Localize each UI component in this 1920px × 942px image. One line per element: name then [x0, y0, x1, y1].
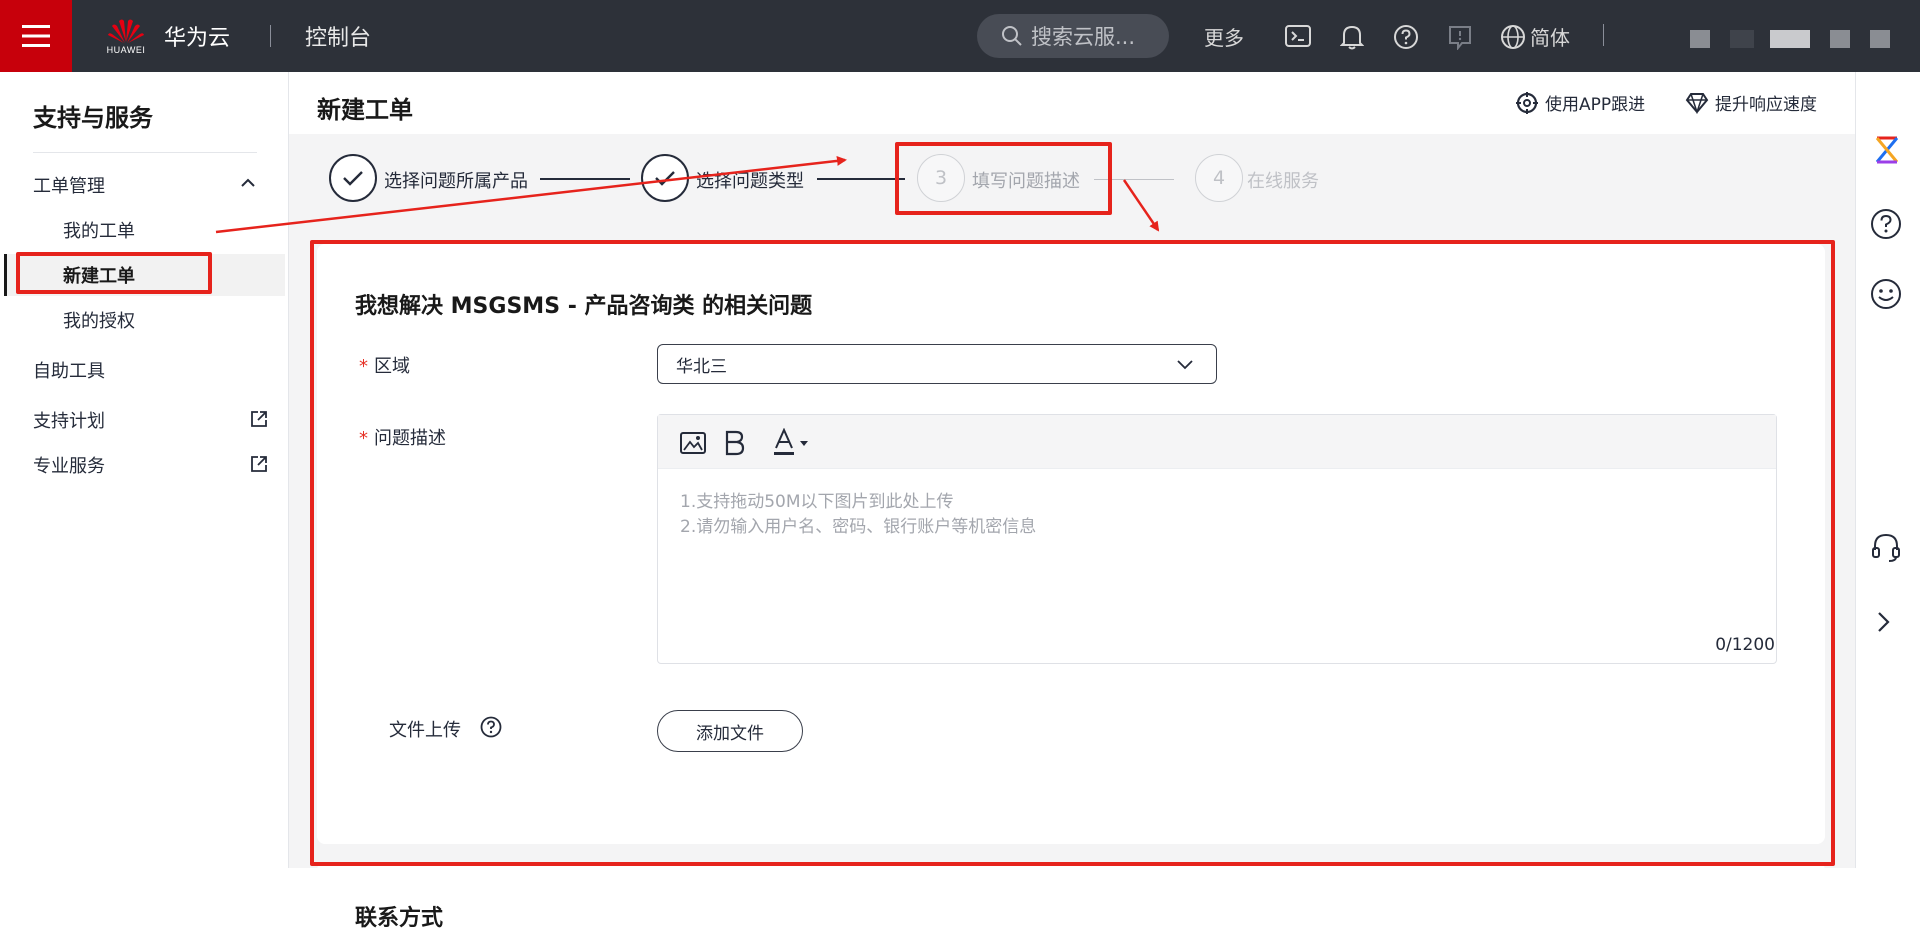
ai-assistant-icon[interactable] [1871, 134, 1903, 166]
app-track-link[interactable]: 使用APP跟进 [1515, 90, 1645, 115]
step-4-label: 在线服务 [1247, 171, 1319, 192]
step-2-label: 选择问题类型 [696, 171, 804, 192]
diamond-icon [1685, 92, 1709, 114]
language-switch[interactable]: 简体 [1500, 22, 1570, 51]
console-link[interactable]: 控制台 [305, 20, 371, 52]
editor-toolbar [658, 415, 1776, 469]
user-name-mask[interactable] [1870, 30, 1890, 48]
sidebar-item-support-plan[interactable]: 支持计划 [33, 407, 105, 433]
sidebar: 支持与服务 工单管理 我的工单 新建工单 我的授权 自助工具 支持计划 专业服务 [0, 72, 289, 868]
brand-name[interactable]: 华为云 [164, 20, 230, 52]
user-name-mask[interactable] [1830, 30, 1850, 48]
caret-down-icon[interactable] [800, 441, 808, 447]
step-3-circle: 3 [917, 154, 965, 202]
search-placeholder: 搜索云服... [1031, 25, 1136, 49]
description-placeholder-1: 1.支持拖动50M以下图片到此处上传 [680, 492, 954, 512]
right-toolbar [1855, 72, 1920, 868]
chevron-down-icon [1177, 360, 1193, 370]
image-icon[interactable] [680, 431, 706, 455]
help-icon[interactable] [1870, 208, 1902, 240]
step-4-number: 4 [1212, 167, 1226, 189]
step-connector [1094, 179, 1174, 180]
region-select-value: 华北三 [676, 356, 727, 377]
contact-card: 联系方式 [317, 862, 1825, 942]
step-connector [817, 178, 905, 180]
contact-title: 联系方式 [355, 906, 444, 931]
sidebar-group-label: 工单管理 [33, 176, 105, 197]
sidebar-item-self-tools[interactable]: 自助工具 [33, 357, 105, 383]
menu-button[interactable] [0, 0, 72, 72]
description-label: * 问题描述 [359, 424, 446, 450]
menu-icon [22, 25, 50, 47]
user-name-mask[interactable] [1770, 30, 1810, 48]
sidebar-item-my-tickets[interactable]: 我的工单 [63, 217, 135, 243]
customer-service-icon[interactable] [1870, 532, 1902, 564]
chevron-right-icon[interactable] [1876, 610, 1892, 634]
required-marker: * [359, 356, 368, 377]
bell-icon[interactable] [1340, 24, 1364, 50]
region-label-text: 区域 [374, 356, 410, 377]
sidebar-active-highlight [7, 254, 285, 296]
sidebar-item-new-ticket[interactable]: 新建工单 [63, 262, 135, 288]
app-track-label: 使用APP跟进 [1545, 95, 1646, 115]
huawei-logo[interactable]: HUAWEI [104, 18, 148, 55]
help-icon[interactable] [480, 716, 502, 738]
check-icon [655, 171, 675, 186]
sidebar-group-ticket-management[interactable]: 工单管理 [33, 172, 105, 198]
step-3-label: 填写问题描述 [972, 171, 1080, 192]
help-icon[interactable] [1393, 24, 1419, 50]
sidebar-active-indicator [4, 254, 7, 296]
bold-icon[interactable] [724, 430, 746, 456]
region-label: * 区域 [359, 352, 410, 378]
description-placeholder-2: 2.请勿输入用户名、密码、银行账户等机密信息 [680, 517, 1037, 537]
search-box[interactable]: 搜索云服... [977, 14, 1169, 58]
step-1-circle [329, 154, 377, 202]
external-link-icon[interactable] [250, 410, 268, 428]
huawei-logo-icon [108, 19, 144, 43]
step-2-circle [641, 154, 689, 202]
sidebar-item-my-authorization[interactable]: 我的授权 [63, 307, 135, 333]
divider [33, 152, 257, 153]
sidebar-item-pro-service[interactable]: 专业服务 [33, 452, 105, 478]
page-title: 新建工单 [317, 96, 413, 124]
globe-icon [1501, 24, 1525, 49]
search-icon [1002, 26, 1022, 46]
upload-label: 文件上传 [389, 720, 461, 741]
more-menu[interactable]: 更多 [1204, 22, 1244, 51]
speed-up-label: 提升响应速度 [1715, 95, 1817, 115]
terminal-icon[interactable] [1285, 24, 1311, 48]
description-label-text: 问题描述 [374, 428, 446, 449]
language-label: 简体 [1530, 26, 1570, 50]
user-avatar-mask[interactable] [1690, 30, 1710, 48]
sidebar-title: 支持与服务 [33, 104, 153, 132]
form-title: 我想解决 MSGSMS - 产品咨询类 的相关问题 [355, 294, 813, 319]
step-1-label: 选择问题所属产品 [384, 171, 528, 192]
page-header: 新建工单 使用APP跟进 提升响应速度 [289, 72, 1855, 134]
logo-text: HUAWEI [106, 44, 146, 55]
step-indicator: 选择问题所属产品 选择问题类型 3 填写问题描述 4 在线服务 [289, 134, 1855, 218]
step-4-circle: 4 [1195, 154, 1243, 202]
step-connector [540, 178, 630, 180]
external-link-icon[interactable] [250, 455, 268, 473]
description-editor[interactable]: 1.支持拖动50M以下图片到此处上传 2.请勿输入用户名、密码、银行账户等机密信… [657, 414, 1777, 664]
char-counter: 0/1200 [1715, 635, 1775, 655]
required-marker: * [359, 428, 368, 449]
main-content: 新建工单 使用APP跟进 提升响应速度 选择问题所属产品 选择问题类型 3 填写… [289, 72, 1855, 942]
top-navigation-bar: HUAWEI 华为云 控制台 搜索云服... 更多 简体 [0, 0, 1920, 72]
step-3-number: 3 [934, 167, 948, 189]
chevron-up-icon[interactable] [240, 176, 256, 188]
font-color-icon[interactable] [774, 428, 796, 456]
user-name-mask[interactable] [1730, 30, 1754, 48]
problem-form-card: 我想解决 MSGSMS - 产品咨询类 的相关问题 * 区域 华北三 * 问题描述 … [317, 244, 1825, 844]
app-track-icon [1516, 91, 1538, 114]
divider [270, 25, 272, 47]
feedback-icon[interactable] [1447, 24, 1473, 50]
add-file-button[interactable]: 添加文件 [657, 710, 803, 752]
check-icon [343, 171, 363, 186]
region-select[interactable]: 华北三 [657, 344, 1217, 384]
divider [1603, 24, 1604, 46]
speed-up-link[interactable]: 提升响应速度 [1685, 90, 1817, 115]
smiley-feedback-icon[interactable] [1870, 278, 1902, 310]
